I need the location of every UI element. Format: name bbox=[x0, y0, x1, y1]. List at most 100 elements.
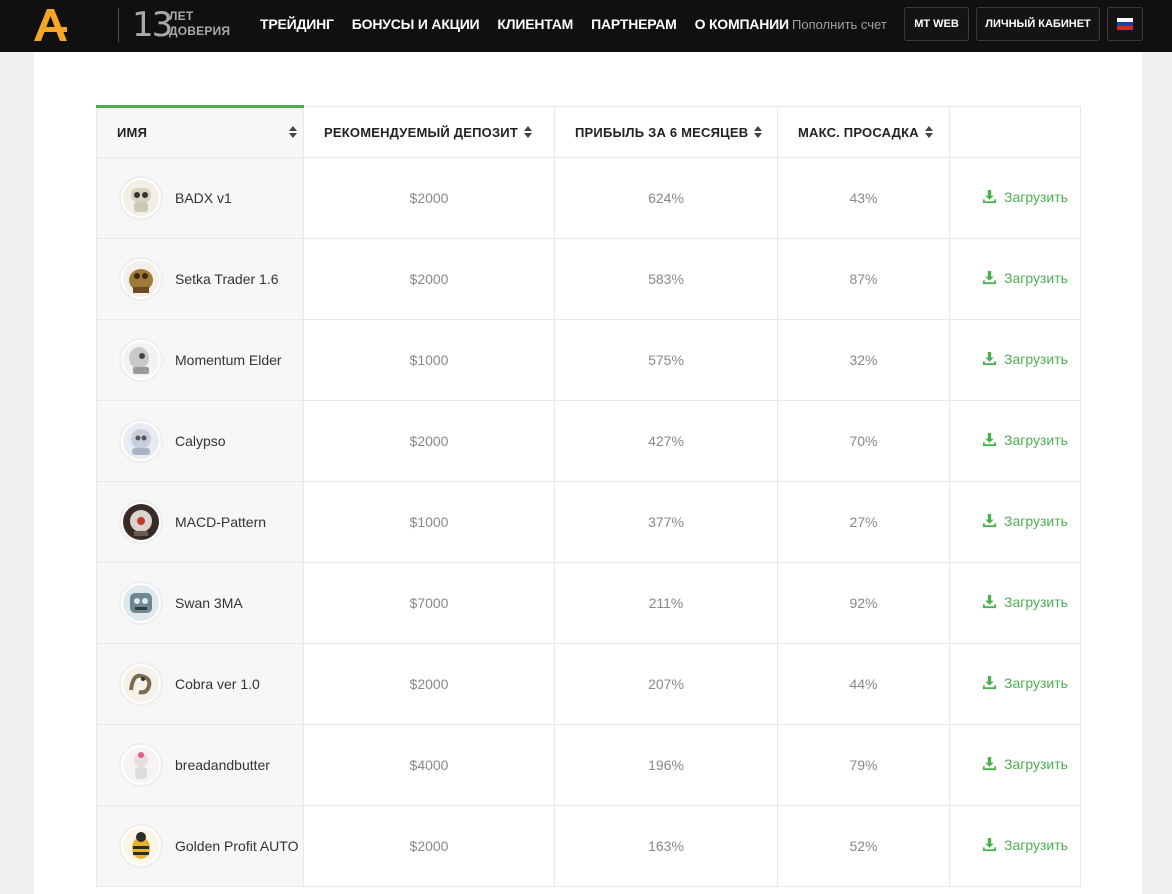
sort-icon[interactable] bbox=[924, 126, 933, 139]
column-header-name[interactable]: ИМЯ bbox=[96, 105, 304, 158]
download-icon bbox=[982, 757, 997, 771]
download-link[interactable]: Загрузить bbox=[982, 432, 1068, 448]
deposit-cell: $2000 bbox=[303, 805, 555, 887]
table-row: Calypso $2000 427% 70% Загрузить bbox=[96, 400, 1081, 482]
language-button[interactable] bbox=[1107, 7, 1143, 41]
deposit-cell: $4000 bbox=[303, 724, 555, 806]
content-panel: ИМЯ РЕКОМЕНДУЕМЫЙ ДЕПОЗИТ ПРИБЫЛЬ ЗА 6 М… bbox=[34, 52, 1142, 894]
bot-name[interactable]: Momentum Elder bbox=[175, 352, 282, 368]
bot-name-cell[interactable]: breadandbutter bbox=[96, 724, 304, 806]
download-label: Загрузить bbox=[1004, 755, 1068, 772]
bot-avatar[interactable] bbox=[119, 500, 163, 544]
download-cell: Загрузить bbox=[949, 319, 1081, 401]
deposit-cell: $1000 bbox=[303, 481, 555, 563]
column-header-deposit-label: РЕКОМЕНДУЕМЫЙ ДЕПОЗИТ bbox=[324, 124, 518, 140]
download-link[interactable]: Загрузить bbox=[982, 351, 1068, 367]
top-navigation-bar: 13 ЛЕТ ДОВЕРИЯ ТРЕЙДИНГ БОНУСЫ И АКЦИИ К… bbox=[0, 0, 1172, 52]
profit-cell: 211% bbox=[554, 562, 778, 644]
nav-about[interactable]: О КОМПАНИИ bbox=[695, 16, 789, 32]
table-row: BADX v1 $2000 624% 43% Загрузить bbox=[96, 157, 1081, 239]
bot-avatar[interactable] bbox=[119, 419, 163, 463]
bot-name-cell[interactable]: Swan 3MA bbox=[96, 562, 304, 644]
bot-name-cell[interactable]: BADX v1 bbox=[96, 157, 304, 239]
nav-clients[interactable]: КЛИЕНТАМ bbox=[497, 16, 573, 32]
download-cell: Загрузить bbox=[949, 724, 1081, 806]
download-link[interactable]: Загрузить bbox=[982, 189, 1068, 205]
download-icon bbox=[982, 352, 997, 366]
table-row: MACD-Pattern $1000 377% 27% Загрузить bbox=[96, 481, 1081, 563]
download-link[interactable]: Загрузить bbox=[982, 270, 1068, 286]
nav-trading[interactable]: ТРЕЙДИНГ bbox=[260, 16, 334, 32]
broker-logo-icon[interactable] bbox=[30, 5, 70, 45]
bot-name[interactable]: Swan 3MA bbox=[175, 595, 243, 611]
advisors-table-body: BADX v1 $2000 624% 43% Загрузить Setka Trader… bbox=[96, 157, 1081, 887]
drawdown-cell: 43% bbox=[777, 157, 950, 239]
bot-name[interactable]: MACD-Pattern bbox=[175, 514, 266, 530]
download-icon bbox=[982, 838, 997, 852]
bot-name-cell[interactable]: Cobra ver 1.0 bbox=[96, 643, 304, 725]
years-caption-line1: ЛЕТ bbox=[169, 9, 194, 23]
column-header-deposit[interactable]: РЕКОМЕНДУЕМЫЙ ДЕПОЗИТ bbox=[303, 106, 555, 158]
deposit-cell: $2000 bbox=[303, 400, 555, 482]
download-link[interactable]: Загрузить bbox=[982, 837, 1068, 853]
download-label: Загрузить bbox=[1004, 350, 1068, 367]
download-icon bbox=[982, 514, 997, 528]
column-header-profit-label: ПРИБЫЛЬ ЗА 6 МЕСЯЦЕВ bbox=[575, 124, 749, 140]
sort-icon[interactable] bbox=[754, 126, 763, 139]
bot-name[interactable]: Setka Trader 1.6 bbox=[175, 271, 279, 287]
download-link[interactable]: Загрузить bbox=[982, 594, 1068, 610]
column-header-name-label: ИМЯ bbox=[117, 125, 148, 140]
bot-avatar[interactable] bbox=[119, 176, 163, 220]
drawdown-cell: 87% bbox=[777, 238, 950, 320]
download-link[interactable]: Загрузить bbox=[982, 513, 1068, 529]
download-cell: Загрузить bbox=[949, 157, 1081, 239]
header-divider bbox=[118, 8, 119, 42]
download-label: Загрузить bbox=[1004, 836, 1068, 853]
robot-icon bbox=[123, 828, 159, 864]
download-cell: Загрузить bbox=[949, 400, 1081, 482]
robot-icon bbox=[123, 747, 159, 783]
bot-name[interactable]: Calypso bbox=[175, 433, 226, 449]
deposit-cell: $7000 bbox=[303, 562, 555, 644]
bot-name-cell[interactable]: Setka Trader 1.6 bbox=[96, 238, 304, 320]
bot-avatar[interactable] bbox=[119, 743, 163, 787]
nav-bonuses[interactable]: БОНУСЫ И АКЦИИ bbox=[352, 16, 480, 32]
table-row: breadandbutter $4000 196% 79% Загрузить bbox=[96, 724, 1081, 806]
bot-avatar[interactable] bbox=[119, 824, 163, 868]
bot-name[interactable]: Cobra ver 1.0 bbox=[175, 676, 260, 692]
topup-link[interactable]: Пополнить счет bbox=[792, 17, 887, 32]
drawdown-cell: 92% bbox=[777, 562, 950, 644]
table-row: Setka Trader 1.6 $2000 583% 87% Загрузить bbox=[96, 238, 1081, 320]
bot-avatar[interactable] bbox=[119, 257, 163, 301]
download-label: Загрузить bbox=[1004, 674, 1068, 691]
download-icon bbox=[982, 271, 997, 285]
bot-avatar[interactable] bbox=[119, 338, 163, 382]
bot-name-cell[interactable]: Calypso bbox=[96, 400, 304, 482]
robot-icon bbox=[123, 180, 159, 216]
download-label: Загрузить bbox=[1004, 188, 1068, 205]
download-link[interactable]: Загрузить bbox=[982, 756, 1068, 772]
sort-icon[interactable] bbox=[523, 126, 532, 139]
bot-avatar[interactable] bbox=[119, 662, 163, 706]
sort-icon[interactable] bbox=[289, 126, 297, 138]
bot-name[interactable]: BADX v1 bbox=[175, 190, 232, 206]
years-caption: ЛЕТ ДОВЕРИЯ bbox=[169, 9, 230, 39]
bot-name-cell[interactable]: MACD-Pattern bbox=[96, 481, 304, 563]
years-caption-line2: ДОВЕРИЯ bbox=[169, 24, 231, 38]
bot-name[interactable]: Golden Profit AUTO bbox=[175, 838, 298, 854]
profit-cell: 575% bbox=[554, 319, 778, 401]
table-row: Swan 3MA $7000 211% 92% Загрузить bbox=[96, 562, 1081, 644]
column-header-profit[interactable]: ПРИБЫЛЬ ЗА 6 МЕСЯЦЕВ bbox=[554, 106, 778, 158]
column-header-drawdown[interactable]: МАКС. ПРОСАДКА bbox=[777, 106, 950, 158]
bot-avatar[interactable] bbox=[119, 581, 163, 625]
download-icon bbox=[982, 676, 997, 690]
bot-name[interactable]: breadandbutter bbox=[175, 757, 270, 773]
nav-partners[interactable]: ПАРТНЕРАМ bbox=[591, 16, 677, 32]
personal-cabinet-button[interactable]: ЛИЧНЫЙ КАБИНЕТ bbox=[976, 7, 1100, 41]
mt-web-button[interactable]: MT WEB bbox=[904, 7, 969, 41]
download-link[interactable]: Загрузить bbox=[982, 675, 1068, 691]
bot-name-cell[interactable]: Golden Profit AUTO bbox=[96, 805, 304, 887]
bot-name-cell[interactable]: Momentum Elder bbox=[96, 319, 304, 401]
table-header-row: ИМЯ РЕКОМЕНДУЕМЫЙ ДЕПОЗИТ ПРИБЫЛЬ ЗА 6 М… bbox=[96, 105, 1081, 158]
robot-icon bbox=[123, 504, 159, 540]
